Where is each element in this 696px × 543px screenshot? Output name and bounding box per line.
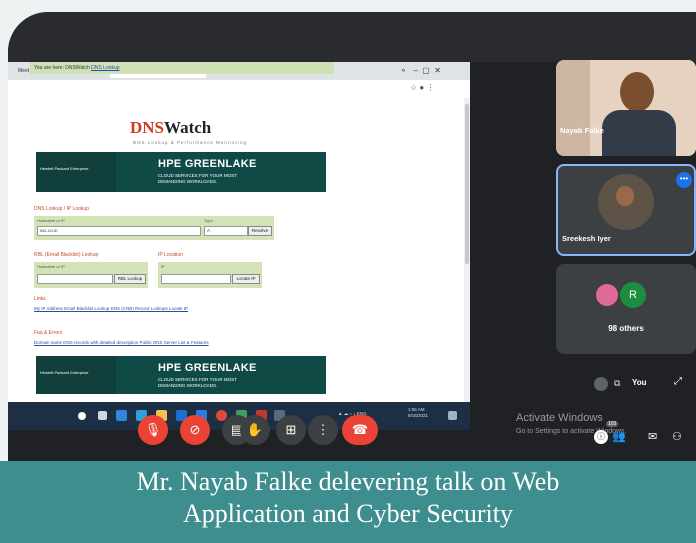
participant-name: Nayab Falke [560,126,604,135]
camera-off-icon: ⊘ [189,422,201,437]
breadcrumb: You are here: DNSWatch DNS Lookup [30,62,334,74]
page-scrollbar[interactable] [464,98,470,402]
ad-subline-2: DEMANDING WORKLOADS. [158,382,218,388]
participant-tile-others[interactable]: R 98 others [556,264,696,354]
links-list[interactable]: My IP Address Email Blacklist Lookup DNS… [34,306,188,311]
logo-watch: Watch [164,118,212,137]
self-view-bar: ⧉ You ⤢ [592,374,696,396]
scroll-thumb[interactable] [465,104,469,264]
ad-banner-bottom[interactable]: Hewlett Packard Enterprise HPE GREENLAKE… [36,356,326,394]
taskbar-date: 8/16/2021 [408,413,429,418]
mic-off-icon: 🎙 [144,422,162,437]
breadcrumb-home: DNSWatch [65,65,90,71]
participant-count-badge: 103 [606,421,619,427]
leave-call-button[interactable]: ☎ [342,415,378,445]
ad-brand: Hewlett Packard Enterprise [40,166,89,171]
ad-subline-2: DEMANDING WORKLOADS. [158,178,218,184]
address-bar[interactable]: ☆ ● ⋮ [8,80,470,99]
edge-icon[interactable] [116,410,127,421]
caption-banner: Mr. Nayab Falke delevering talk on Web A… [0,461,696,543]
ad-subline: CLOUD SERVICES FOR YOUR MOST DEMANDING WO… [158,377,237,388]
dns-lookup-panel: Hostname or IP Type sxc.co.in A Resolve [34,216,274,240]
faq-heading: Faq & Errors [34,330,63,336]
mic-icon[interactable] [594,377,608,391]
mic-off-button[interactable]: 🎙 [138,415,168,445]
camera-off-button[interactable]: ⊘ [180,415,210,445]
self-view-label: You [632,378,647,387]
expand-icon[interactable]: ⤢ [674,376,682,387]
activate-windows-subtitle: Go to Settings to activate Windows. [516,428,627,435]
hostname-input[interactable]: sxc.co.in [37,226,201,236]
ip-location-heading: IP Location [158,252,183,258]
others-count: 98 others [608,324,644,333]
camera-icon[interactable]: ⧉ [614,378,620,389]
ip-input[interactable] [161,274,231,284]
caption-line-2: Application and Cyber Security [183,499,513,528]
dns-lookup-heading: DNS Lookup / IP Lookup [34,206,89,212]
info-icon[interactable]: ⓘ [594,430,608,444]
caption-line-1: Mr. Nayab Falke delevering talk on Web [136,467,560,496]
ad-graphic [36,152,116,192]
rbl-input[interactable] [37,274,113,284]
ad-headline: HPE GREENLAKE [158,362,257,374]
speaker-face [620,72,654,112]
ad-subline-1: CLOUD SERVICES FOR YOUR MOST [158,173,237,178]
search-icon[interactable] [78,412,86,420]
task-view-icon[interactable] [98,411,107,420]
window-controls[interactable]: ⚬ – ▢ ✕ [400,66,441,75]
raise-hand-icon: ✋ [246,422,264,437]
more-options-button[interactable]: ⋮ [308,415,338,445]
resolve-button[interactable]: Resolve [248,226,272,236]
participant-tile-nayab[interactable]: Nayab Falke [556,60,696,156]
ad-banner-top[interactable]: Hewlett Packard Enterprise HPE GREENLAKE… [36,152,326,192]
activate-windows-title: Activate Windows [516,412,603,424]
rbl-lookup-panel: Hostname or IP RBL Lookup [34,262,148,288]
rbl-label: Hostname or IP [37,264,65,269]
people-icon[interactable]: 👥 [612,430,626,443]
ip-location-panel: IP Locate IP [158,262,262,288]
end-call-icon: ☎ [351,422,369,437]
photo-frame: Meet - gpo-rose-hnz DNS Lookup and Domai… [0,0,696,543]
locate-ip-button[interactable]: Locate IP [232,274,260,284]
avatar-face [616,186,634,206]
taskbar-clock[interactable]: 1:55 AM 8/16/2021 [408,407,428,419]
dns-lookup-label: Hostname or IP [37,218,65,223]
participant-avatar [596,284,618,306]
speaker-body [602,110,676,156]
activities-icon[interactable]: ⚇ [672,430,682,443]
record-type-select[interactable]: A [204,226,248,236]
ad-graphic [36,356,116,394]
rbl-lookup-button[interactable]: RBL Lookup [114,274,146,284]
faq-links[interactable]: Domain name DNS records with detailed de… [34,340,209,345]
ad-subline: CLOUD SERVICES FOR YOUR MOST DEMANDING WO… [158,173,237,184]
breadcrumb-link[interactable]: DNS Lookup [91,65,119,71]
breadcrumb-prefix: You are here: [34,65,64,71]
more-vert-icon: ⋮ [316,422,330,437]
participant-name: Sreekesh Iyer [562,234,611,243]
present-icon: ⊞ [285,422,297,437]
rbl-lookup-heading: RBL (Email Blacklist) Lookup [34,252,99,258]
ad-brand: Hewlett Packard Enterprise [40,370,89,375]
meet-top-bar [8,12,696,62]
participant-initial-avatar: R [620,282,646,308]
present-button[interactable]: ⊞ [276,415,306,445]
ad-headline: HPE GREENLAKE [158,158,257,170]
raise-hand-button[interactable]: ✋ [240,415,270,445]
participant-tile-sreekesh[interactable]: ••• Sreekesh Iyer [556,164,696,256]
links-heading: Links [34,296,46,302]
site-tagline: DNS Lookup & Performance Monitoring [132,140,248,145]
notification-icon[interactable] [448,411,457,420]
chat-icon[interactable]: ✉ [648,430,657,443]
browser-toolbar-icons[interactable]: ☆ ● ⋮ [410,83,434,92]
ip-label: IP [161,264,165,269]
ad-subline-1: CLOUD SERVICES FOR YOUR MOST [158,377,237,382]
logo-dns: DNS [130,118,165,137]
dnswatch-logo[interactable]: DNSWatch [130,118,211,138]
more-options-icon[interactable]: ••• [676,172,692,188]
type-label: Type [204,218,213,223]
